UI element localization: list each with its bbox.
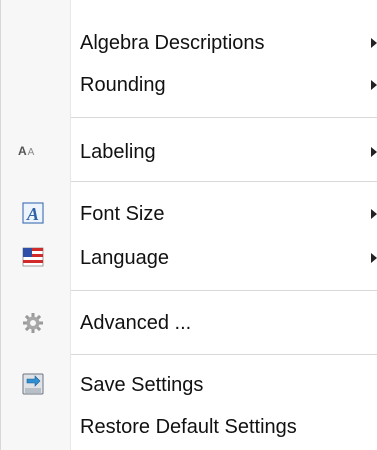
font-aa-icon: AA [18,144,36,158]
options-menu: Algebra Descriptions Rounding AA Labelin… [0,0,377,450]
gear-icon [23,313,43,333]
menu-item-advanced[interactable]: Advanced ... [1,306,377,340]
menu-item-labeling[interactable]: AA Labeling [1,135,377,169]
menu-item-rounding[interactable]: Rounding [1,68,377,102]
save-settings-icon [22,373,44,395]
menu-item-label: Rounding [80,74,166,96]
menu-item-language[interactable]: Language [1,241,377,275]
menu-item-label: Save Settings [80,374,204,396]
menu-separator [71,181,377,182]
submenu-arrow-icon [371,38,377,48]
menu-item-label: Font Size [80,203,165,225]
menu-item-algebra-descriptions[interactable]: Algebra Descriptions [1,26,377,60]
menu-item-save-settings[interactable]: Save Settings [1,368,377,402]
menu-item-label: Labeling [80,141,156,163]
font-size-icon: A [22,202,44,224]
menu-item-font-size[interactable]: A Font Size [1,197,377,231]
submenu-arrow-icon [371,147,377,157]
menu-item-label: Language [80,247,169,269]
menu-item-label: Restore Default Settings [80,416,297,438]
menu-separator [71,290,377,291]
language-flag-icon [22,247,44,267]
menu-separator [71,117,377,118]
submenu-arrow-icon [371,253,377,263]
svg-text:A: A [26,204,39,224]
submenu-arrow-icon [371,80,377,90]
menu-item-label: Advanced ... [80,312,192,334]
menu-item-label: Algebra Descriptions [80,32,265,54]
submenu-arrow-icon [371,209,377,219]
menu-separator [71,354,377,355]
menu-item-restore-default-settings[interactable]: Restore Default Settings [1,410,377,444]
